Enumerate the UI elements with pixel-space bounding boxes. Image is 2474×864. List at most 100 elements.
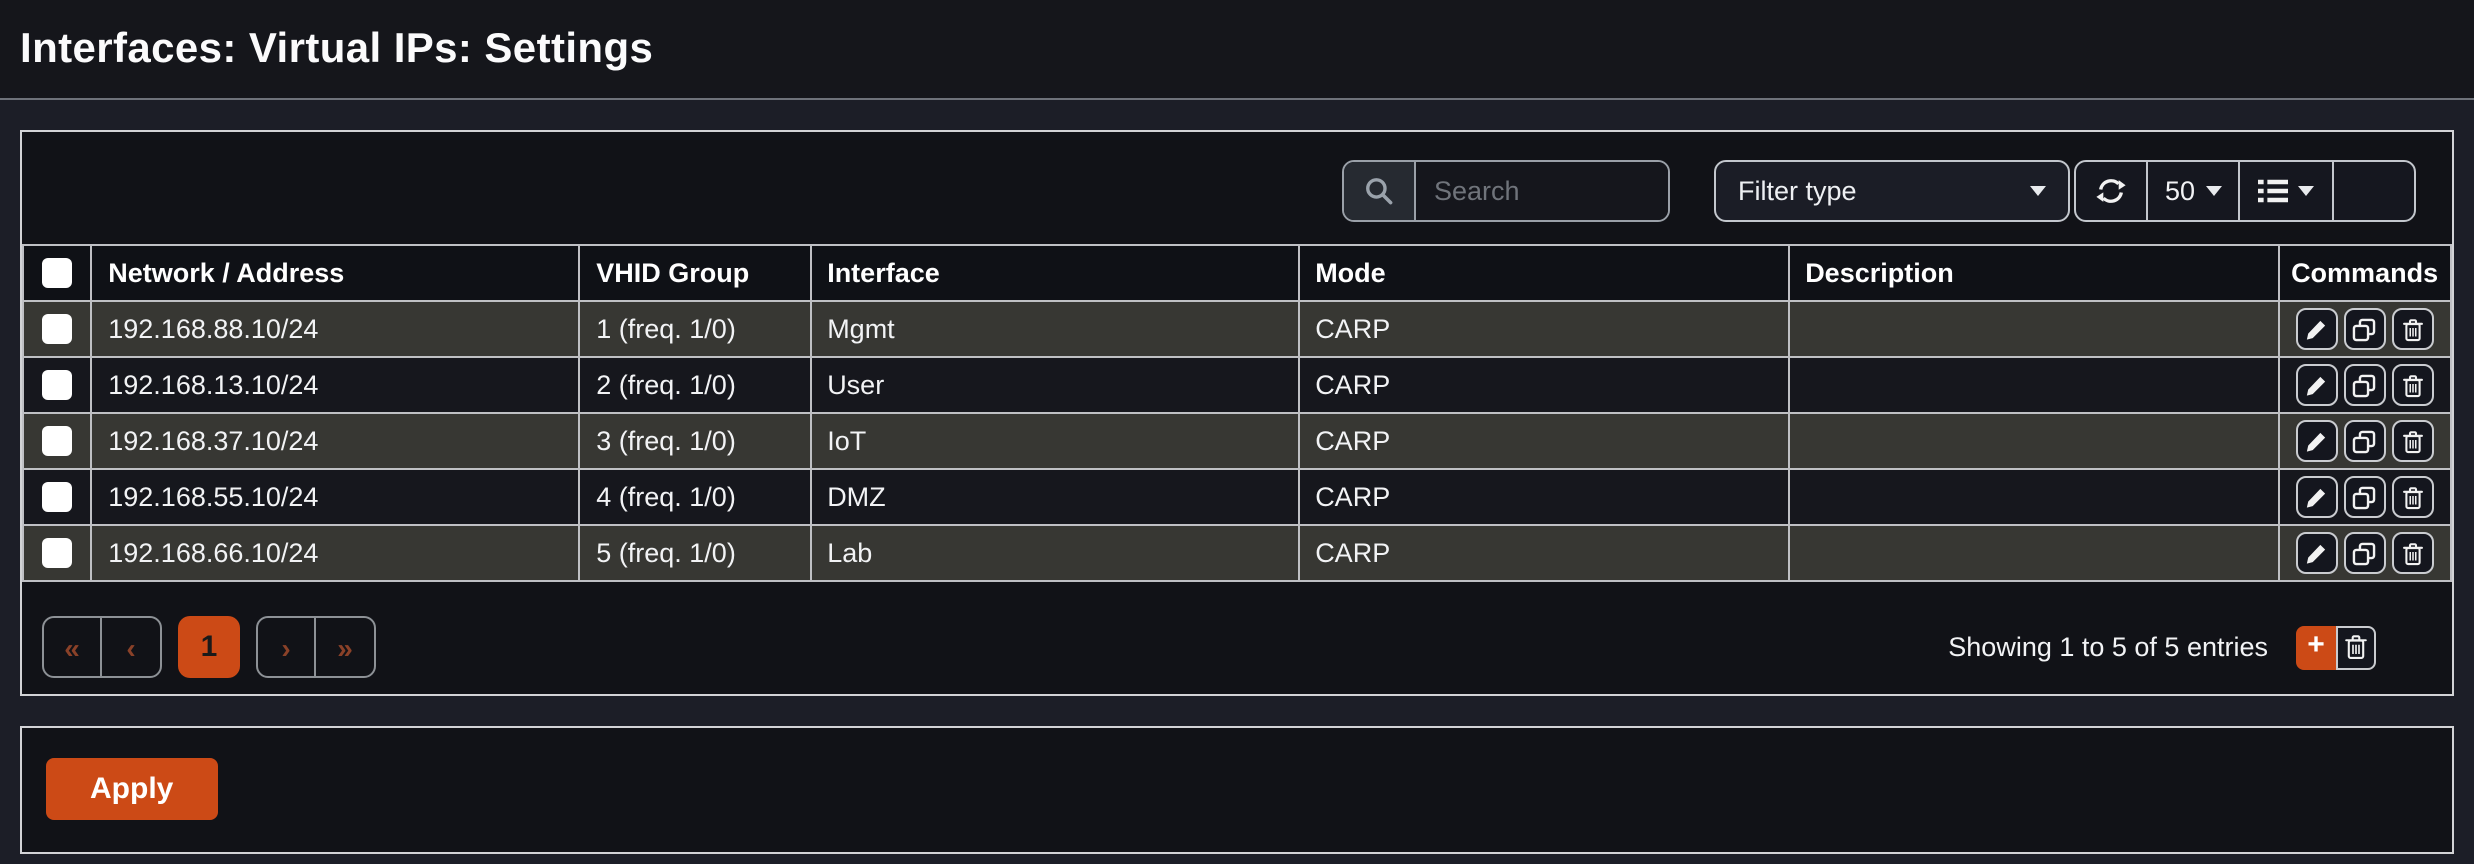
next-page-button[interactable]: › <box>258 618 316 676</box>
row-select-checkbox[interactable] <box>42 315 72 345</box>
trash-icon <box>2402 485 2424 509</box>
refresh-icon <box>2096 176 2126 206</box>
virtual-ips-settings-page: Interfaces: Virtual IPs: Settings Filter… <box>0 0 2474 864</box>
clone-button[interactable] <box>2344 364 2386 406</box>
delete-button[interactable] <box>2392 476 2434 518</box>
add-button[interactable]: + <box>2296 625 2336 669</box>
cell-mode: CARP <box>1298 357 1788 413</box>
clone-icon <box>2353 317 2377 341</box>
cell-mode: CARP <box>1298 301 1788 357</box>
last-page-button[interactable]: » <box>316 618 374 676</box>
edit-button[interactable] <box>2296 420 2338 462</box>
delete-button[interactable] <box>2392 364 2434 406</box>
cell-description <box>1788 301 2278 357</box>
cell-network: 192.168.66.10/24 <box>91 525 579 581</box>
delete-selected-button[interactable] <box>2336 625 2376 669</box>
cell-mode: CARP <box>1298 413 1788 469</box>
clone-button[interactable] <box>2344 532 2386 574</box>
pagination: « ‹ 1 › » <box>42 616 376 678</box>
search-addon <box>1344 162 1416 220</box>
chevron-down-icon <box>2030 186 2046 196</box>
chevron-down-icon <box>2298 186 2314 196</box>
row-select-checkbox[interactable] <box>42 371 72 401</box>
table-row: 192.168.66.10/24 5 (freq. 1/0) Lab CARP <box>23 525 2451 581</box>
add-delete-group: + <box>2296 625 2376 669</box>
grid-panel: Filter type <box>20 130 2454 696</box>
edit-button[interactable] <box>2296 364 2338 406</box>
delete-button[interactable] <box>2392 532 2434 574</box>
delete-button[interactable] <box>2392 308 2434 350</box>
page-size-select[interactable]: 50 <box>2148 162 2240 220</box>
refresh-button[interactable] <box>2076 162 2148 220</box>
edit-button[interactable] <box>2296 308 2338 350</box>
pencil-icon <box>2305 373 2329 397</box>
cell-network: 192.168.55.10/24 <box>91 469 579 525</box>
column-header-interface[interactable]: Interface <box>810 245 1298 301</box>
cell-interface: Mgmt <box>810 301 1298 357</box>
page-title: Interfaces: Virtual IPs: Settings <box>20 25 653 73</box>
row-select-checkbox[interactable] <box>42 539 72 569</box>
cell-mode: CARP <box>1298 469 1788 525</box>
cell-vhid-group: 5 (freq. 1/0) <box>579 525 810 581</box>
cell-network: 192.168.88.10/24 <box>91 301 579 357</box>
cell-vhid-group: 2 (freq. 1/0) <box>579 357 810 413</box>
first-page-button[interactable]: « <box>44 618 102 676</box>
cell-interface: User <box>810 357 1298 413</box>
trash-icon <box>2402 429 2424 453</box>
search-input[interactable] <box>1416 162 1668 220</box>
clone-icon <box>2353 373 2377 397</box>
current-page-button[interactable]: 1 <box>178 616 240 678</box>
cell-description <box>1788 413 2278 469</box>
apply-button[interactable]: Apply <box>46 758 217 820</box>
table-row: 192.168.13.10/24 2 (freq. 1/0) User CARP <box>23 357 2451 413</box>
trash-icon <box>2344 634 2368 660</box>
pagination-forward-group: › » <box>256 616 376 678</box>
column-selector-button[interactable] <box>2240 162 2334 220</box>
virtual-ips-table: Network / Address VHID Group Interface M… <box>22 244 2452 582</box>
grid-actions-group: 50 <box>2074 160 2416 222</box>
plus-icon: + <box>2307 628 2325 662</box>
footer-right: Showing 1 to 5 of 5 entries + <box>1948 625 2376 669</box>
clone-button[interactable] <box>2344 476 2386 518</box>
cell-network: 192.168.13.10/24 <box>91 357 579 413</box>
pencil-icon <box>2305 541 2329 565</box>
table-row: 192.168.55.10/24 4 (freq. 1/0) DMZ CARP <box>23 469 2451 525</box>
cell-vhid-group: 4 (freq. 1/0) <box>579 469 810 525</box>
clone-button[interactable] <box>2344 308 2386 350</box>
table-row: 192.168.37.10/24 3 (freq. 1/0) IoT CARP <box>23 413 2451 469</box>
cell-interface: IoT <box>810 413 1298 469</box>
cell-description <box>1788 357 2278 413</box>
cell-vhid-group: 1 (freq. 1/0) <box>579 301 810 357</box>
row-select-checkbox[interactable] <box>42 483 72 513</box>
column-header-network[interactable]: Network / Address <box>91 245 579 301</box>
cell-vhid-group: 3 (freq. 1/0) <box>579 413 810 469</box>
clone-button[interactable] <box>2344 420 2386 462</box>
page-size-value: 50 <box>2165 176 2195 206</box>
column-header-description[interactable]: Description <box>1788 245 2278 301</box>
delete-button[interactable] <box>2392 420 2434 462</box>
column-header-mode[interactable]: Mode <box>1298 245 1788 301</box>
cell-network: 192.168.37.10/24 <box>91 413 579 469</box>
trash-icon <box>2402 317 2424 341</box>
grid-footer: « ‹ 1 › » Showing 1 to 5 of 5 entries + <box>22 582 2452 694</box>
column-header-commands: Commands <box>2278 245 2451 301</box>
apply-panel: Apply <box>20 726 2454 854</box>
filter-type-select[interactable]: Filter type <box>1714 160 2070 222</box>
entries-summary: Showing 1 to 5 of 5 entries <box>1948 632 2268 662</box>
clone-icon <box>2353 541 2377 565</box>
chevron-down-icon <box>2205 186 2221 196</box>
edit-button[interactable] <box>2296 476 2338 518</box>
prev-page-button[interactable]: ‹ <box>102 618 160 676</box>
search-icon <box>1364 176 1394 206</box>
cell-mode: CARP <box>1298 525 1788 581</box>
cell-interface: DMZ <box>810 469 1298 525</box>
clone-icon <box>2353 485 2377 509</box>
title-bar: Interfaces: Virtual IPs: Settings <box>0 0 2474 100</box>
cell-description <box>1788 469 2278 525</box>
row-select-checkbox[interactable] <box>42 427 72 457</box>
trash-icon <box>2402 541 2424 565</box>
column-header-vhid-group[interactable]: VHID Group <box>579 245 810 301</box>
search-group <box>1342 160 1670 222</box>
edit-button[interactable] <box>2296 532 2338 574</box>
select-all-checkbox[interactable] <box>42 259 72 289</box>
